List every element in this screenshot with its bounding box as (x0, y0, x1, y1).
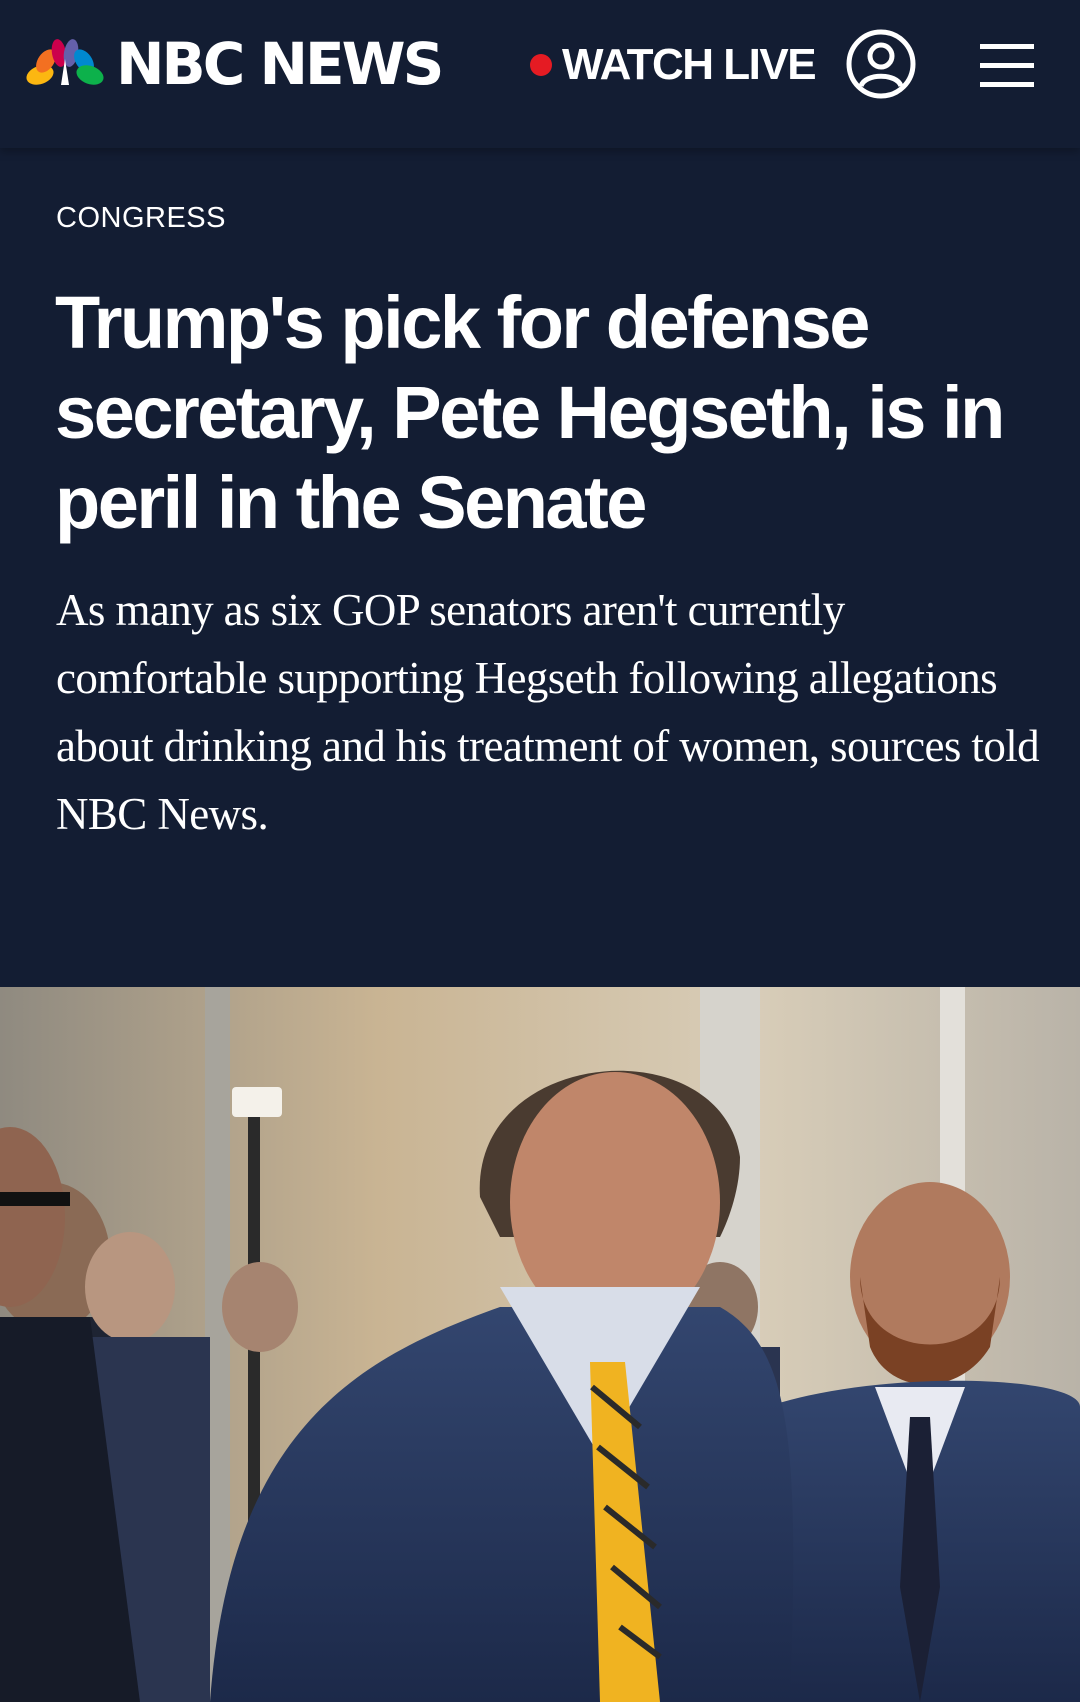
nbc-peacock-icon (26, 39, 104, 85)
user-account-icon[interactable] (845, 28, 917, 100)
watch-live-label: WATCH LIVE (562, 40, 817, 89)
hero-photo (0, 987, 1080, 1702)
section-label[interactable]: CONGRESS (56, 202, 226, 235)
brand-name: NBC NEWS (116, 30, 444, 98)
article-headline: Trump's pick for defense secretary, Pete… (55, 281, 1005, 544)
article-dek: As many as six GOP senators aren't curre… (56, 585, 1040, 839)
nbc-news-logo[interactable]: NBC NEWS (26, 30, 444, 98)
hamburger-menu-icon[interactable] (980, 42, 1036, 88)
top-navigation-bar: NBC NEWS WATCH LIVE (0, 0, 1080, 148)
live-dot-icon (530, 54, 552, 76)
watch-live-button[interactable]: WATCH LIVE (530, 38, 817, 92)
